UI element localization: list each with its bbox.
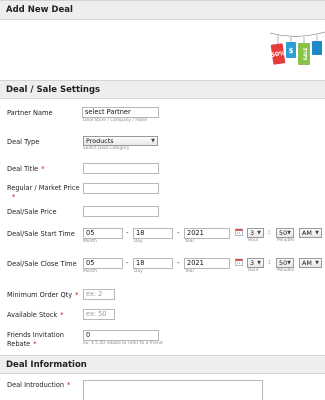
close-year-input[interactable]: 2021 [184,258,230,269]
friends-rebate-text-line1: Friends Invitation [7,331,64,339]
sale-price-input[interactable] [83,206,159,217]
deal-type-select[interactable]: Products ▼ [83,136,158,146]
close-hour-hint: Hour [248,268,259,273]
required-marker: * [75,291,79,299]
friends-rebate-input[interactable]: 0 [83,330,159,341]
deal-type-hint: Select Deal Category [83,146,130,151]
close-month-hint: Month [83,269,97,274]
deal-intro-textarea[interactable] [83,380,263,400]
sale-tags-banner: 50% $ SALE [269,30,325,80]
available-stock-text: Available Stock [7,311,58,319]
available-stock-label: Available Stock * [7,311,64,320]
chevron-down-icon: ▼ [315,260,319,266]
section-title: Deal Information [6,359,87,370]
chevron-down-icon: ▼ [287,260,291,266]
start-year-input[interactable]: 2021 [184,228,230,239]
close-hour-value: 3 [250,259,255,267]
start-year-hint: Year [185,239,195,244]
close-ampm-value: AM [302,259,312,267]
deal-type-value: Products [86,137,114,145]
required-marker: * [41,165,45,173]
min-order-text: Minimum Order Qty [7,291,73,299]
tag-dollar-text: $ [289,47,294,55]
regular-price-input[interactable] [83,183,159,194]
start-minute-value: 50 [279,229,288,237]
deal-intro-text: Deal Introduction [7,381,65,389]
start-day-input[interactable]: 18 [133,228,173,239]
close-ampm-select[interactable]: AM ▼ [299,258,322,268]
close-day-input[interactable]: 18 [133,258,173,269]
date-separator: - [126,259,129,267]
regular-price-label: Regular / Market Price * [7,184,80,202]
time-separator: : [268,228,271,236]
required-marker: * [67,381,71,389]
chevron-down-icon: ▼ [257,260,261,266]
start-hour-hint: Hour [248,238,259,243]
date-separator: - [126,229,129,237]
required-marker: * [12,193,16,201]
chevron-down-icon: ▼ [315,230,319,236]
deal-intro-label: Deal Introduction * [7,381,70,390]
tag-sale-text: SALE [303,48,309,61]
section-deal-sale-settings: Deal / Sale Settings [0,80,325,99]
min-order-label: Minimum Order Qty * [7,291,78,300]
start-ampm-select[interactable]: AM ▼ [299,228,322,238]
friends-rebate-text-line2: Rebate [7,340,31,348]
close-year-hint: Year [185,269,195,274]
chevron-down-icon: ▼ [151,138,155,144]
close-minute-select[interactable]: 50 ▼ [276,258,294,268]
start-minute-hint: Minutes [277,238,295,243]
start-month-input[interactable]: 05 [83,228,123,239]
deal-title-label: Deal Title * [7,165,45,174]
close-time-label: Deal/Sale Close Time [7,260,77,268]
date-separator: - [177,229,180,237]
required-marker: * [60,311,64,319]
friends-rebate-hint: ex: $ 5.00 rebate to refer to a friend [83,341,163,346]
min-order-input[interactable]: ex: 2 [83,289,115,300]
close-day-hint: Day [134,269,143,274]
page-title: Add New Deal [6,5,73,15]
close-month-input[interactable]: 05 [83,258,123,269]
partner-name-label: Partner Name [7,109,53,117]
page-header: Add New Deal [0,0,325,20]
close-hour-select[interactable]: 3 ▼ [247,258,264,268]
close-minute-value: 50 [279,259,288,267]
start-hour-select[interactable]: 3 ▼ [247,228,264,238]
close-minute-hint: Minutes [277,268,295,273]
partner-name-hint: Deal Store / Company / Hotel [83,118,148,123]
time-separator: : [268,258,271,266]
start-ampm-value: AM [302,229,312,237]
sale-price-label: Deal/Sale Price [7,208,57,216]
start-day-hint: Day [134,239,143,244]
friends-rebate-label: Friends Invitation Rebate * [7,331,64,349]
date-separator: - [177,259,180,267]
start-time-label: Deal/Sale Start Time [7,230,75,238]
required-marker: * [33,340,37,348]
start-minute-select[interactable]: 50 ▼ [276,228,294,238]
partner-name-input[interactable]: select Partner [82,107,159,118]
chevron-down-icon: ▼ [257,230,261,236]
section-title: Deal / Sale Settings [6,84,101,95]
start-hour-value: 3 [250,229,255,237]
available-stock-input[interactable]: ex: 50 [83,309,115,320]
calendar-icon[interactable] [235,258,243,266]
regular-price-text: Regular / Market Price [7,184,80,192]
chevron-down-icon: ▼ [287,230,291,236]
section-deal-information: Deal Information [0,355,325,374]
calendar-icon[interactable] [235,228,243,236]
deal-title-text: Deal Title [7,165,39,173]
start-month-hint: Month [83,239,97,244]
deal-title-input[interactable] [83,163,159,174]
deal-type-label: Deal Type [7,138,40,146]
